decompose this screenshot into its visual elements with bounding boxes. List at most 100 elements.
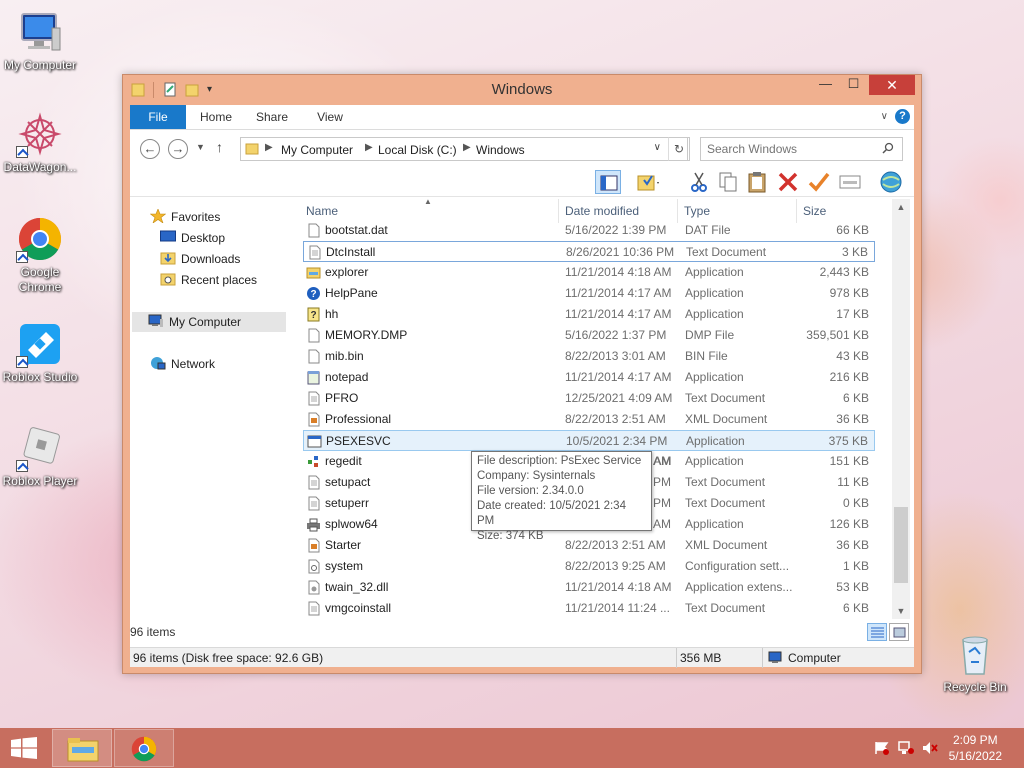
help-icon[interactable]: ? xyxy=(895,109,910,124)
checkmark-icon xyxy=(806,172,832,197)
file-row[interactable]: DtcInstall 8/26/2021 10:36 PM Text Documen… xyxy=(303,241,875,262)
scroll-thumb[interactable] xyxy=(894,507,908,583)
file-row[interactable]: explorer 11/21/2014 4:18 AM Application 2,4… xyxy=(303,262,875,283)
desktop-icon-roblox-studio[interactable]: Roblox Studio xyxy=(0,320,80,385)
tab-file[interactable]: File xyxy=(130,105,186,129)
desktop-icon-recycle-bin[interactable]: Recycle Bin xyxy=(935,630,1015,695)
nav-downloads[interactable]: Downloads xyxy=(160,249,240,269)
file-type: Text Document xyxy=(685,601,766,615)
desktop-icon-my-computer[interactable]: My Computer xyxy=(0,8,80,73)
scroll-down-icon[interactable]: ▼ xyxy=(892,603,910,619)
tab-view[interactable]: View xyxy=(308,105,352,129)
regedit-icon xyxy=(306,454,321,469)
taskbar-file-explorer[interactable] xyxy=(52,729,112,767)
title-bar[interactable]: ▾ Windows — ☐ ✕ xyxy=(123,75,921,105)
volume-muted-icon[interactable] xyxy=(922,741,938,755)
file-row[interactable]: system 8/22/2013 9:25 AM Configuration set… xyxy=(303,556,875,577)
desktop-icon xyxy=(160,230,176,244)
file-explorer-icon xyxy=(67,735,99,766)
close-button[interactable]: ✕ xyxy=(869,75,915,95)
file-date: 10/5/2021 2:34 PM xyxy=(566,434,668,448)
forward-button[interactable]: → xyxy=(168,139,188,159)
breadcrumb-my-computer[interactable]: My Computer xyxy=(281,143,353,157)
file-type: XML Document xyxy=(685,538,768,552)
file-row[interactable]: bootstat.dat 5/16/2022 1:39 PM DAT File 66 … xyxy=(303,220,875,241)
copy-button[interactable] xyxy=(715,170,741,194)
ribbon-collapse-icon[interactable]: ∨ xyxy=(881,111,888,122)
start-button[interactable] xyxy=(0,728,48,768)
desktop-icon-datawagon[interactable]: DataWagon... xyxy=(0,110,80,175)
text-file-icon xyxy=(307,245,322,260)
file-size: 6 KB xyxy=(842,601,869,615)
file-type: Text Document xyxy=(685,391,766,405)
file-type: DMP File xyxy=(685,328,735,342)
delete-button[interactable] xyxy=(775,170,801,194)
crumb-separator-icon[interactable]: ▶ xyxy=(365,142,373,153)
file-row[interactable]: notepad 11/21/2014 4:17 AM Application 216 … xyxy=(303,367,875,388)
file-row[interactable]: ? hh 11/21/2014 4:17 AM Application 17 KB xyxy=(303,304,875,325)
large-icons-view-button[interactable] xyxy=(889,623,909,641)
scroll-up-icon[interactable]: ▲ xyxy=(892,199,910,215)
delete-x-icon xyxy=(775,172,801,197)
crumb-separator-icon[interactable]: ▶ xyxy=(463,142,471,153)
file-name: mib.bin xyxy=(325,349,364,363)
nav-my-computer[interactable]: My Computer xyxy=(132,312,286,332)
back-button[interactable]: ← xyxy=(140,139,160,159)
file-row[interactable]: twain_32.dll 11/21/2014 4:18 AM Applicatio… xyxy=(303,577,875,598)
file-row[interactable]: Professional 8/22/2013 2:51 AM XML Documen… xyxy=(303,409,875,430)
explorer-icon xyxy=(306,265,321,280)
file-type: BIN File xyxy=(685,349,728,363)
nav-favorites[interactable]: Favorites xyxy=(149,207,220,227)
breadcrumb-windows[interactable]: Windows xyxy=(476,143,525,157)
desktop-icon-chrome[interactable]: Google Chrome xyxy=(0,215,80,295)
address-bar[interactable]: ▶ My Computer ▶ Local Disk (C:) ▶ Window… xyxy=(240,137,688,161)
file-date: 11/21/2014 4:17 AM xyxy=(565,286,672,300)
paste-button[interactable] xyxy=(744,170,770,194)
action-center-flag-icon[interactable] xyxy=(874,741,890,755)
file-name: hh xyxy=(325,307,339,321)
file-row[interactable]: PFRO 12/25/2021 4:09 AM Text Document 6 KB xyxy=(303,388,875,409)
refresh-button[interactable]: ↻ xyxy=(668,137,690,161)
rename-button[interactable] xyxy=(806,170,832,194)
star-icon xyxy=(149,208,167,224)
computer-icon xyxy=(16,8,64,56)
nav-desktop[interactable]: Desktop xyxy=(160,228,225,248)
clock[interactable]: 2:09 PM 5/16/2022 xyxy=(949,732,1002,764)
up-arrow-icon[interactable]: ↑ xyxy=(216,139,223,155)
text-file-icon xyxy=(306,496,321,511)
explorer-window: ▾ Windows — ☐ ✕ File Home Share View ∨ ?… xyxy=(122,74,922,674)
file-type: Text Document xyxy=(686,245,767,259)
search-input[interactable] xyxy=(707,142,877,156)
folder-icon xyxy=(245,142,259,159)
file-type: Application xyxy=(686,434,745,448)
file-row[interactable]: vmgcoinstall 11/21/2014 11:24 ... Text Doc… xyxy=(303,598,875,619)
vertical-scrollbar[interactable]: ▲ ▼ xyxy=(892,199,910,619)
toolbar xyxy=(130,167,914,197)
nav-recent-places[interactable]: Recent places xyxy=(160,270,257,290)
file-row[interactable]: ? HelpPane 11/21/2014 4:17 AM Application 97… xyxy=(303,283,875,304)
breadcrumb-local-disk[interactable]: Local Disk (C:) xyxy=(378,143,457,157)
minimize-button[interactable]: — xyxy=(812,75,839,95)
file-row[interactable]: MEMORY.DMP 5/16/2022 1:37 PM DMP File 359,5… xyxy=(303,325,875,346)
nav-network[interactable]: Network xyxy=(150,354,215,374)
tab-home[interactable]: Home xyxy=(192,105,240,129)
crumb-separator-icon[interactable]: ▶ xyxy=(265,142,273,153)
recent-locations-icon[interactable]: ▼ xyxy=(196,142,205,152)
properties-panel-icon xyxy=(837,175,863,197)
cut-button[interactable] xyxy=(686,170,712,194)
view-options-button[interactable] xyxy=(635,170,661,194)
file-row[interactable]: mib.bin 8/22/2013 3:01 AM BIN File 43 KB xyxy=(303,346,875,367)
tab-share[interactable]: Share xyxy=(250,105,294,129)
network-tray-icon[interactable] xyxy=(898,741,914,755)
preview-pane-button[interactable] xyxy=(595,170,621,194)
properties-button[interactable] xyxy=(837,170,863,194)
desktop-icon-roblox-player[interactable]: Roblox Player xyxy=(0,424,80,489)
internet-button[interactable] xyxy=(878,170,904,194)
address-dropdown-icon[interactable]: ∨ xyxy=(654,142,661,153)
search-box[interactable] xyxy=(700,137,903,161)
maximize-button[interactable]: ☐ xyxy=(840,75,867,95)
details-view-button[interactable] xyxy=(867,623,887,641)
taskbar-chrome[interactable] xyxy=(114,729,174,767)
chrome-icon xyxy=(130,735,158,766)
file-row[interactable]: PSEXESVC 10/5/2021 2:34 PM Application 375 … xyxy=(303,430,875,451)
